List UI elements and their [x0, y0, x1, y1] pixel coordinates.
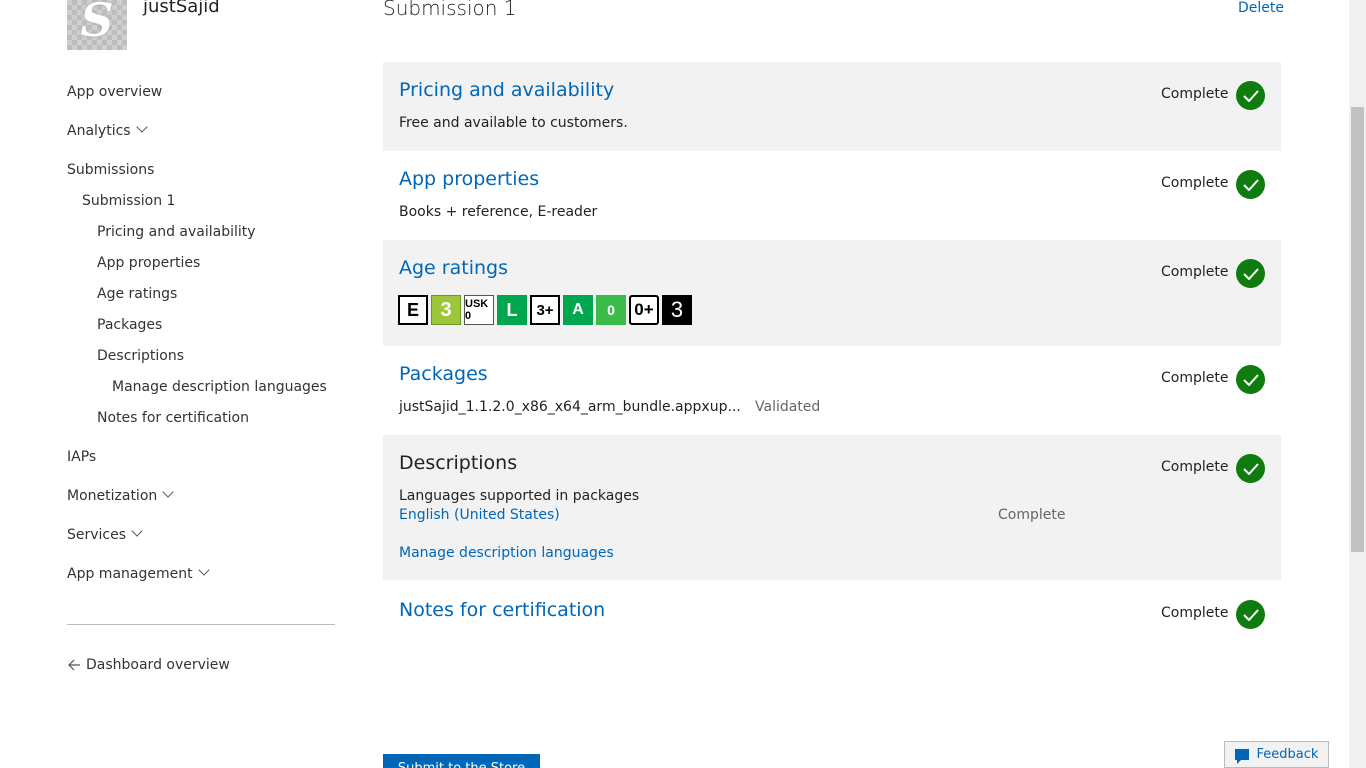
- nav-submission-1[interactable]: Submission 1: [82, 193, 175, 209]
- nav-services[interactable]: Services: [67, 525, 143, 543]
- check-circle-icon: [1236, 365, 1265, 394]
- descriptions-title: Descriptions: [399, 452, 518, 474]
- pricing-summary: Free and available to customers.: [399, 115, 628, 131]
- section-age-ratings: Age ratings E 3 USK 0 L 3+ A 0 0+ 3 Comp…: [383, 240, 1281, 346]
- app-name: justSajid: [143, 0, 220, 17]
- age-ratings-title-link[interactable]: Age ratings: [399, 257, 508, 279]
- nav-analytics[interactable]: Analytics: [67, 121, 148, 139]
- nav-notes-for-certification[interactable]: Notes for certification: [97, 410, 249, 426]
- package-validation-status: Validated: [755, 399, 821, 415]
- check-circle-icon: [1236, 259, 1265, 288]
- section-app-properties: App properties Books + reference, E-read…: [383, 151, 1281, 240]
- nav-age-ratings[interactable]: Age ratings: [97, 286, 177, 302]
- submit-to-store-button[interactable]: Submit to the Store: [383, 754, 540, 768]
- section-notes-for-certification: Notes for certification Complete: [383, 580, 1281, 650]
- chat-bubble-icon: [1234, 749, 1249, 764]
- chevron-down-icon: [197, 564, 210, 576]
- pricing-title-link[interactable]: Pricing and availability: [399, 79, 614, 101]
- notes-status: Complete: [1161, 605, 1229, 621]
- zero-plus-rating-badge: 0+: [629, 295, 659, 325]
- nav-submissions[interactable]: Submissions: [67, 162, 154, 178]
- notes-title-link[interactable]: Notes for certification: [399, 599, 605, 621]
- app-logo-letter: S: [80, 0, 114, 47]
- nav-monetization[interactable]: Monetization: [67, 486, 174, 504]
- usk-rating-badge: USK 0: [464, 295, 494, 325]
- nav-analytics-label: Analytics: [67, 123, 131, 139]
- language-english-link[interactable]: English (United States): [399, 507, 560, 523]
- nav-app-management-label: App management: [67, 566, 193, 582]
- feedback-button[interactable]: Feedback: [1224, 741, 1329, 768]
- app-logo: S: [67, 0, 127, 50]
- djctq-rating-badge: L: [497, 295, 527, 325]
- feedback-label: Feedback: [1256, 747, 1319, 762]
- packages-title-link[interactable]: Packages: [399, 363, 488, 385]
- pegi-rating-badge: 3: [431, 295, 461, 325]
- package-file-name: justSajid_1.1.2.0_x86_x64_arm_bundle.app…: [399, 399, 741, 415]
- dashboard-overview-label: Dashboard overview: [86, 657, 230, 673]
- age-ratings-status: Complete: [1161, 264, 1229, 280]
- nav-divider: [67, 624, 335, 625]
- chevron-down-icon: [162, 486, 174, 498]
- nav-monetization-label: Monetization: [67, 488, 158, 504]
- page-title: Submission 1: [383, 0, 517, 20]
- app-properties-status: Complete: [1161, 175, 1229, 191]
- rating-badges: E 3 USK 0 L 3+ A 0 0+ 3: [398, 295, 692, 325]
- section-packages: Packages justSajid_1.1.2.0_x86_x64_arm_b…: [383, 346, 1281, 435]
- arrow-left-icon: [68, 659, 80, 671]
- check-circle-icon: [1236, 600, 1265, 629]
- app-properties-summary: Books + reference, E-reader: [399, 204, 598, 220]
- chevron-down-icon: [131, 525, 143, 537]
- check-circle-icon: [1236, 454, 1265, 483]
- cob-rating-badge: A: [563, 295, 593, 325]
- section-pricing: Pricing and availability Free and availa…: [383, 62, 1281, 151]
- delete-link[interactable]: Delete: [1238, 0, 1284, 16]
- languages-label: Languages supported in packages: [399, 488, 640, 504]
- iarc-rating-badge: 3+: [530, 295, 560, 325]
- scrollbar-thumb[interactable]: [1351, 107, 1364, 552]
- nav-app-overview[interactable]: App overview: [67, 84, 162, 100]
- manage-description-languages-link[interactable]: Manage description languages: [399, 545, 614, 561]
- dashboard-overview-link[interactable]: Dashboard overview: [67, 657, 230, 673]
- three-rating-badge: 3: [662, 295, 692, 325]
- nav-packages[interactable]: Packages: [97, 317, 162, 333]
- language-status: Complete: [998, 507, 1066, 523]
- nav-pricing[interactable]: Pricing and availability: [97, 224, 256, 240]
- chevron-down-icon: [135, 121, 148, 133]
- check-circle-icon: [1236, 170, 1265, 199]
- pricing-status: Complete: [1161, 86, 1229, 102]
- app-properties-title-link[interactable]: App properties: [399, 168, 539, 190]
- nav-app-properties[interactable]: App properties: [97, 255, 200, 271]
- nav-manage-description-languages[interactable]: Manage description languages: [112, 379, 327, 395]
- nav-iaps[interactable]: IAPs: [67, 449, 96, 465]
- nav-app-management[interactable]: App management: [67, 564, 210, 582]
- check-circle-icon: [1236, 81, 1265, 110]
- nav-services-label: Services: [67, 527, 127, 543]
- gsrr-rating-badge: 0: [596, 295, 626, 325]
- section-descriptions: Descriptions Languages supported in pack…: [383, 435, 1281, 580]
- nav-descriptions[interactable]: Descriptions: [97, 348, 184, 364]
- esrb-rating-badge: E: [398, 295, 428, 325]
- vertical-scrollbar[interactable]: [1349, 0, 1366, 768]
- descriptions-status: Complete: [1161, 459, 1229, 475]
- packages-status: Complete: [1161, 370, 1229, 386]
